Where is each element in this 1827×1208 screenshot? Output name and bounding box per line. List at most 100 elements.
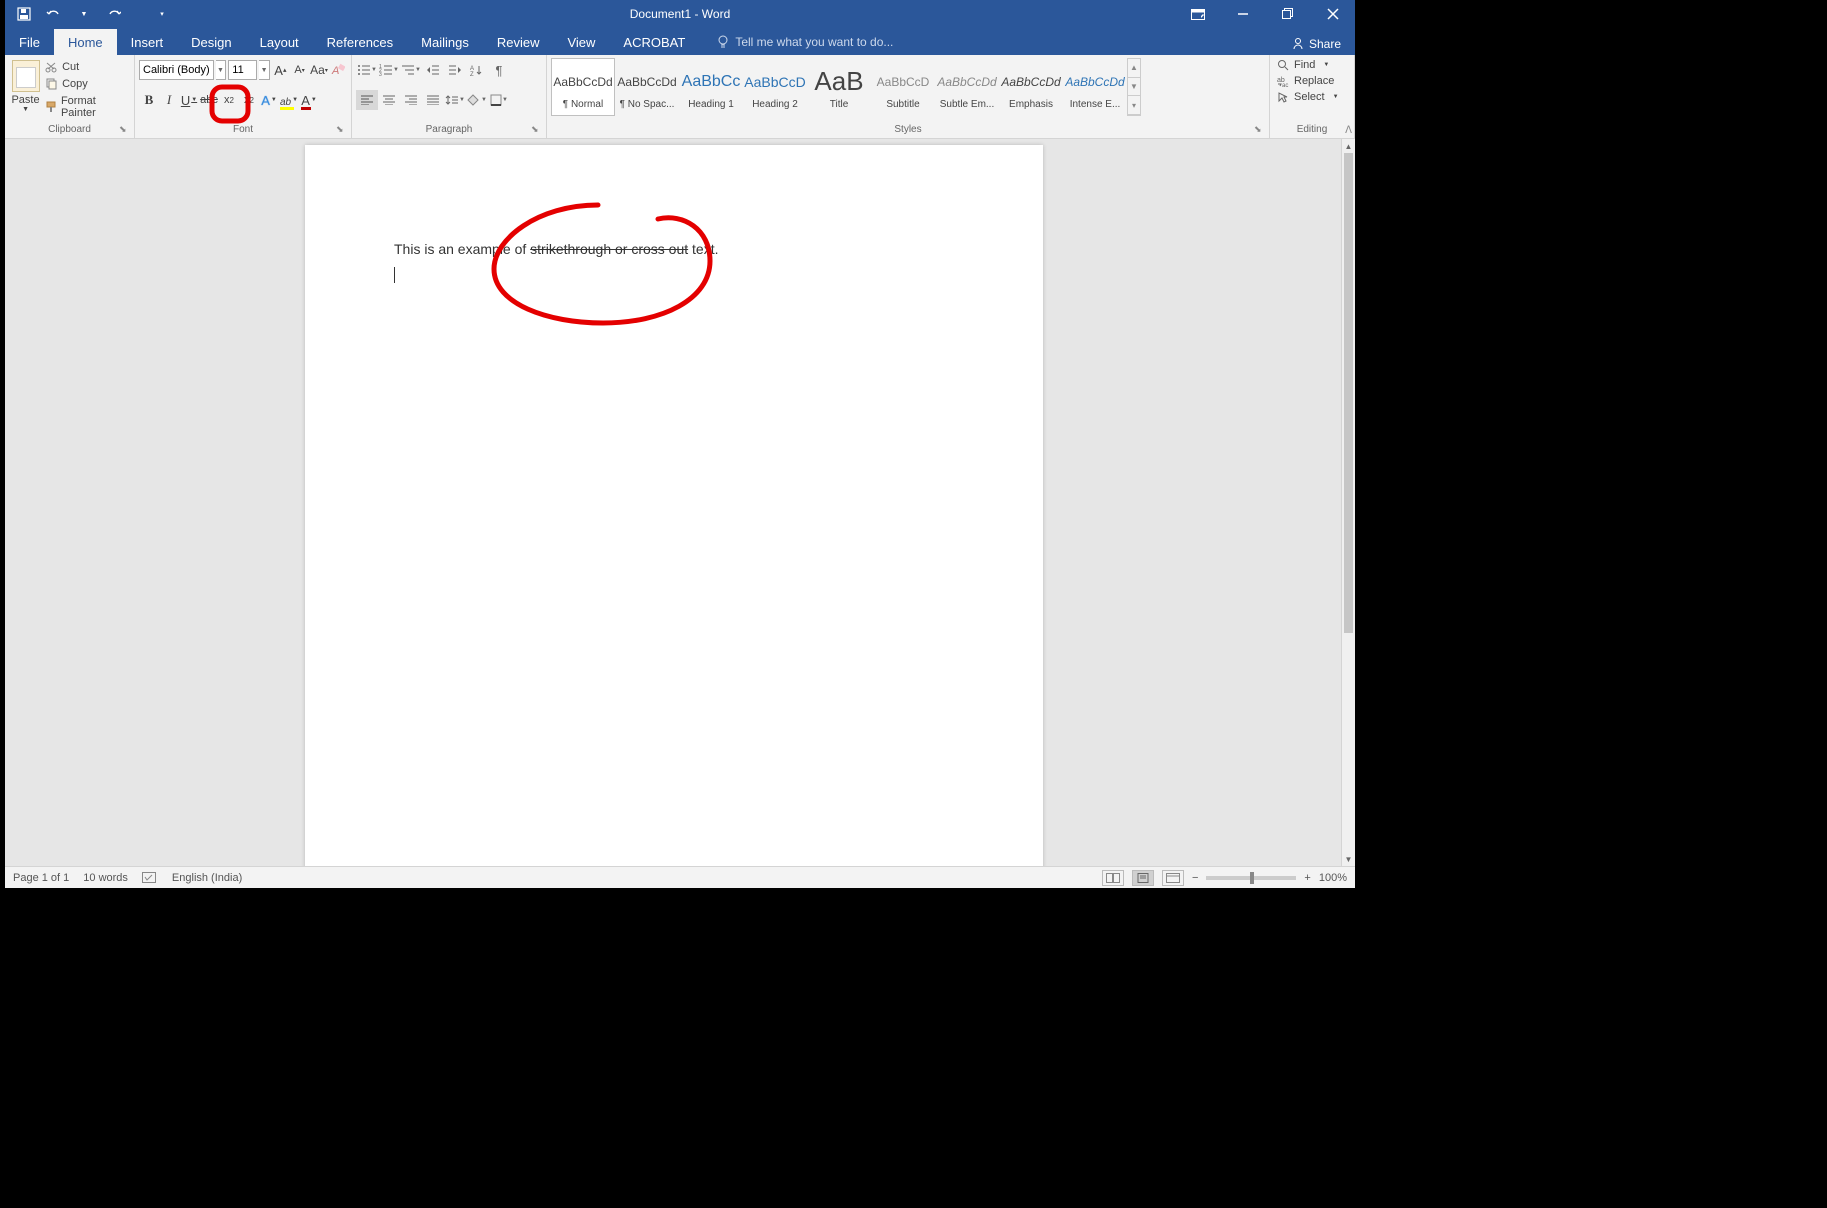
line-spacing-button[interactable]: ▼ — [444, 90, 466, 110]
underline-button[interactable]: U▼ — [179, 90, 199, 110]
styles-scroll-up-icon[interactable]: ▲ — [1128, 59, 1140, 78]
strikethrough-button[interactable]: abc — [199, 90, 219, 110]
undo-dropdown-icon[interactable]: ▼ — [75, 5, 93, 23]
replace-button[interactable]: abacReplace — [1274, 73, 1350, 89]
paste-button[interactable]: Paste ▼ — [9, 58, 42, 120]
word-count[interactable]: 10 words — [83, 872, 128, 884]
select-button[interactable]: Select▼ — [1274, 89, 1350, 105]
collapse-ribbon-icon[interactable]: ᐱ — [1345, 125, 1352, 136]
redo-icon[interactable] — [105, 5, 123, 23]
justify-button[interactable] — [422, 90, 444, 110]
change-case-button[interactable]: Aa▾ — [310, 60, 328, 80]
minimize-icon[interactable] — [1220, 0, 1265, 28]
numbering-button[interactable]: 123▼ — [378, 60, 400, 80]
clipboard-group-label: Clipboard — [5, 122, 134, 138]
bold-button[interactable]: B — [139, 90, 159, 110]
font-name-input[interactable]: Calibri (Body) — [139, 60, 214, 80]
tab-acrobat[interactable]: ACROBAT — [609, 29, 699, 55]
font-color-button[interactable]: A▼ — [299, 90, 319, 110]
find-button[interactable]: Find▼ — [1274, 57, 1350, 73]
close-icon[interactable] — [1310, 0, 1355, 28]
align-left-button[interactable] — [356, 90, 378, 110]
shading-button[interactable]: ▼ — [466, 90, 488, 110]
tab-design[interactable]: Design — [177, 29, 245, 55]
styles-more-icon[interactable]: ▾ — [1128, 96, 1140, 115]
style-name: Subtitle — [886, 99, 919, 110]
spell-check-icon[interactable] — [142, 872, 158, 884]
zoom-out-icon[interactable]: − — [1192, 872, 1198, 884]
page-status[interactable]: Page 1 of 1 — [13, 872, 69, 884]
bullets-button[interactable]: ▼ — [356, 60, 378, 80]
tab-review[interactable]: Review — [483, 29, 554, 55]
align-center-button[interactable] — [378, 90, 400, 110]
web-layout-icon[interactable] — [1162, 870, 1184, 886]
paste-dropdown-icon[interactable]: ▼ — [9, 106, 42, 113]
shrink-font-button[interactable]: A▾ — [291, 60, 308, 80]
document-text[interactable]: This is an example of strikethrough or c… — [394, 241, 719, 258]
style-item[interactable]: AaBbCcDd¶ Normal — [551, 58, 615, 116]
tab-view[interactable]: View — [553, 29, 609, 55]
font-launcher-icon[interactable]: ⬊ — [336, 124, 348, 136]
style-item[interactable]: AaBbCcDdIntense E... — [1063, 58, 1127, 116]
restore-icon[interactable] — [1265, 0, 1310, 28]
format-painter-button[interactable]: Format Painter — [42, 94, 130, 120]
style-item[interactable]: AaBbCcHeading 1 — [679, 58, 743, 116]
cut-button[interactable]: Cut — [42, 60, 130, 74]
tab-layout[interactable]: Layout — [246, 29, 313, 55]
align-right-button[interactable] — [400, 90, 422, 110]
clear-formatting-button[interactable]: A — [330, 60, 347, 80]
style-item[interactable]: AaBbCcDd¶ No Spac... — [615, 58, 679, 116]
decrease-indent-button[interactable] — [422, 60, 444, 80]
styles-scroll-down-icon[interactable]: ▼ — [1128, 78, 1140, 97]
grow-font-button[interactable]: A▴ — [272, 60, 289, 80]
font-size-input[interactable]: 11 — [228, 60, 257, 80]
paragraph-launcher-icon[interactable]: ⬊ — [531, 124, 543, 136]
undo-icon[interactable] — [45, 5, 63, 23]
copy-button[interactable]: Copy — [42, 77, 130, 91]
qat-customize-icon[interactable]: ▾ — [153, 5, 171, 23]
zoom-in-icon[interactable]: + — [1304, 872, 1310, 884]
increase-indent-button[interactable] — [444, 60, 466, 80]
select-icon — [1277, 91, 1289, 103]
lightbulb-icon — [717, 35, 729, 49]
document-area[interactable]: This is an example of strikethrough or c… — [5, 139, 1355, 866]
save-icon[interactable] — [15, 5, 33, 23]
styles-launcher-icon[interactable]: ⬊ — [1254, 124, 1266, 136]
tell-me-search[interactable]: Tell me what you want to do... — [699, 28, 893, 55]
italic-button[interactable]: I — [159, 90, 179, 110]
style-item[interactable]: AaBTitle — [807, 58, 871, 116]
zoom-level[interactable]: 100% — [1319, 872, 1347, 884]
sort-button[interactable]: AZ — [466, 60, 488, 80]
style-item[interactable]: AaBbCcDdEmphasis — [999, 58, 1063, 116]
zoom-slider[interactable] — [1206, 876, 1296, 880]
tab-references[interactable]: References — [313, 29, 407, 55]
scroll-thumb[interactable] — [1344, 153, 1353, 633]
style-item[interactable]: AaBbCcDdSubtle Em... — [935, 58, 999, 116]
multilevel-list-button[interactable]: ▼ — [400, 60, 422, 80]
style-item[interactable]: AaBbCcDSubtitle — [871, 58, 935, 116]
vertical-scrollbar[interactable]: ▲ ▼ — [1341, 139, 1355, 866]
text-effects-button[interactable]: A▼ — [259, 90, 279, 110]
style-preview: AaBbCcDd — [1001, 65, 1060, 99]
show-hide-button[interactable]: ¶ — [488, 60, 510, 80]
highlight-button[interactable]: ab▼ — [279, 90, 299, 110]
font-name-dropdown-icon[interactable]: ▼ — [216, 60, 227, 80]
page[interactable]: This is an example of strikethrough or c… — [305, 145, 1043, 866]
tab-file[interactable]: File — [5, 29, 54, 55]
style-item[interactable]: AaBbCcDHeading 2 — [743, 58, 807, 116]
tab-home[interactable]: Home — [54, 29, 117, 55]
tab-mailings[interactable]: Mailings — [407, 29, 483, 55]
scroll-down-icon[interactable]: ▼ — [1342, 852, 1355, 866]
read-mode-icon[interactable] — [1102, 870, 1124, 886]
share-button[interactable]: Share — [1283, 33, 1349, 55]
print-layout-icon[interactable] — [1132, 870, 1154, 886]
scroll-up-icon[interactable]: ▲ — [1342, 139, 1355, 153]
subscript-button[interactable]: x2 — [219, 90, 239, 110]
ribbon-display-options-icon[interactable] — [1175, 0, 1220, 28]
clipboard-launcher-icon[interactable]: ⬊ — [119, 124, 131, 136]
language-status[interactable]: English (India) — [172, 872, 242, 884]
borders-button[interactable]: ▼ — [488, 90, 510, 110]
superscript-button[interactable]: x2 — [239, 90, 259, 110]
font-size-dropdown-icon[interactable]: ▼ — [259, 60, 270, 80]
tab-insert[interactable]: Insert — [117, 29, 178, 55]
